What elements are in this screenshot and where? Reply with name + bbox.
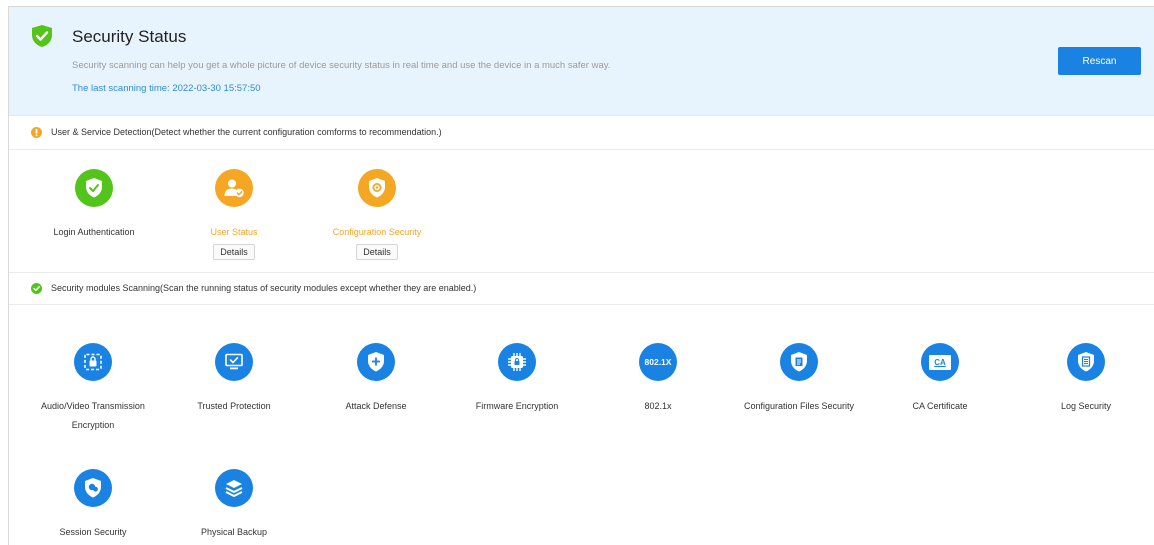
user-status-item[interactable]: User Status Details xyxy=(164,169,304,260)
configuration-security-details-button[interactable]: Details xyxy=(356,244,398,260)
page-title: Security Status xyxy=(72,27,187,46)
security-status-page: Security Status Security scanning can he… xyxy=(8,6,1154,545)
shield-plus-icon xyxy=(357,343,395,381)
user-service-detection-heading: User & Service Detection(Detect whether … xyxy=(9,117,1154,150)
page-description: Security scanning can help you get a who… xyxy=(72,60,611,71)
user-status-details-button[interactable]: Details xyxy=(213,244,255,260)
shield-check-icon xyxy=(32,25,52,47)
module-ca-certificate[interactable]: CA CA Certificate xyxy=(870,343,1010,416)
module-log-security[interactable]: Log Security xyxy=(1016,343,1154,416)
rescan-button[interactable]: Rescan xyxy=(1058,47,1141,75)
badge-802-icon: 802.1X xyxy=(639,343,677,381)
configuration-security-item[interactable]: Configuration Security Details xyxy=(307,169,447,260)
module-label: Configuration Files Security xyxy=(743,401,855,411)
ca-certificate-icon: CA xyxy=(921,343,959,381)
last-scan-time: The last scanning time: 2022-03-30 15:57… xyxy=(72,83,261,94)
layers-icon xyxy=(215,469,253,507)
section-title: User & Service Detection(Detect whether … xyxy=(51,127,442,137)
file-shield-icon xyxy=(780,343,818,381)
login-authentication-item[interactable]: Login Authentication xyxy=(24,169,164,242)
module-label: Trusted Protection xyxy=(197,401,271,411)
module-session-security[interactable]: Session Security xyxy=(23,469,163,542)
item-label: User Status xyxy=(210,227,258,237)
module-physical-backup[interactable]: Physical Backup xyxy=(164,469,304,542)
item-label: Configuration Security xyxy=(332,227,422,237)
module-trusted-protection[interactable]: Trusted Protection xyxy=(164,343,304,416)
module-label: Log Security xyxy=(1060,401,1112,411)
check-circle-icon xyxy=(31,283,42,294)
module-label: Firmware Encryption xyxy=(475,401,559,411)
user-check-icon xyxy=(215,169,253,207)
section-title: Security modules Scanning(Scan the runni… xyxy=(51,283,477,293)
module-av-transmission-encryption[interactable]: Audio/Video Transmission Encryption xyxy=(23,343,163,435)
module-attack-defense[interactable]: Attack Defense xyxy=(306,343,446,416)
module-label: CA Certificate xyxy=(912,401,968,411)
module-label: Audio/Video Transmission Encryption xyxy=(41,401,145,430)
shield-check-icon xyxy=(75,169,113,207)
session-shield-icon xyxy=(74,469,112,507)
chip-lock-icon xyxy=(498,343,536,381)
config-shield-icon xyxy=(358,169,396,207)
module-802-1x[interactable]: 802.1X 802.1x xyxy=(588,343,728,416)
module-firmware-encryption[interactable]: Firmware Encryption xyxy=(447,343,587,416)
certificate-text: CA xyxy=(934,357,946,367)
av-lock-icon xyxy=(74,343,112,381)
warning-icon xyxy=(31,127,42,138)
module-label: Physical Backup xyxy=(200,527,268,537)
badge-802-text: 802.1X xyxy=(644,357,672,367)
log-shield-icon xyxy=(1067,343,1105,381)
item-label: Login Authentication xyxy=(53,227,135,237)
module-label: 802.1x xyxy=(644,401,672,411)
module-configuration-files-security[interactable]: Configuration Files Security xyxy=(729,343,869,416)
module-label: Attack Defense xyxy=(345,401,407,411)
monitor-check-icon xyxy=(215,343,253,381)
security-modules-heading: Security modules Scanning(Scan the runni… xyxy=(9,272,1154,305)
security-status-header: Security Status Security scanning can he… xyxy=(9,7,1154,116)
certificate-card: CA xyxy=(929,354,951,370)
module-label: Session Security xyxy=(59,527,127,537)
